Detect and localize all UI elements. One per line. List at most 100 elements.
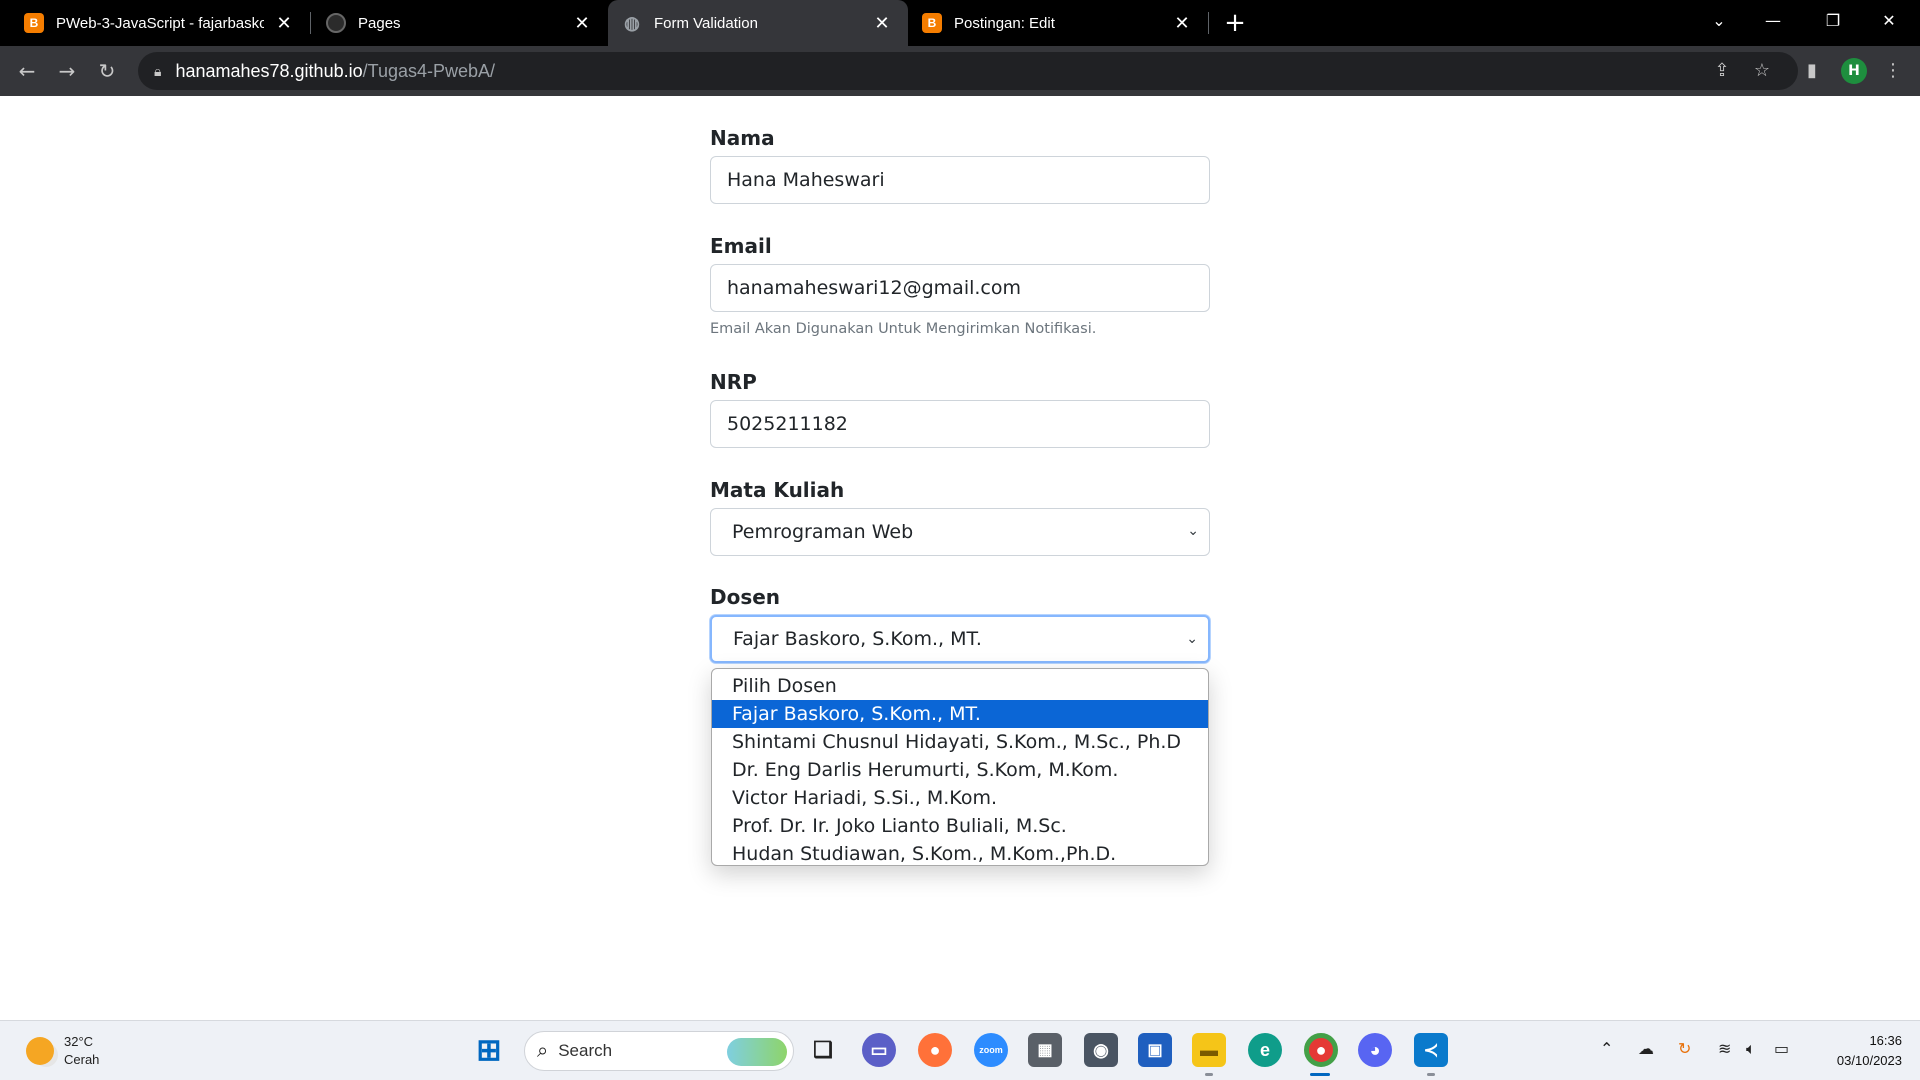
dosen-label: Dosen xyxy=(710,585,781,609)
email-input[interactable]: hanamaheswari12@gmail.com xyxy=(710,264,1210,312)
close-window-icon[interactable]: ✕ xyxy=(1866,0,1912,40)
github-icon xyxy=(326,13,346,33)
weather-sun-icon xyxy=(26,1037,54,1065)
new-tab-button[interactable]: + xyxy=(1220,8,1250,38)
email-help-text: Email Akan Digunakan Untuk Mengirimkan N… xyxy=(710,321,1097,337)
start-icon[interactable]: ⊞ xyxy=(472,1033,506,1067)
tab-form-validation[interactable]: ◍ Form Validation ✕ xyxy=(608,0,908,46)
dropdown-option[interactable]: Victor Hariadi, S.Si., M.Kom. xyxy=(712,784,1208,812)
tab-separator xyxy=(310,12,311,34)
onedrive-cloud-icon[interactable]: ☁ xyxy=(1638,1039,1654,1058)
tab-pages[interactable]: Pages ✕ xyxy=(312,0,608,46)
dropdown-option[interactable]: Hudan Studiawan, S.Kom., M.Kom.,Ph.D. xyxy=(712,840,1208,865)
menu-kebab-icon[interactable]: ⋮ xyxy=(1879,56,1907,84)
calculator-icon[interactable]: ▦ xyxy=(1028,1033,1062,1067)
volume-icon[interactable]: 🔈︎ xyxy=(1746,1039,1756,1059)
dropdown-option[interactable]: Pilih Dosen xyxy=(712,672,1208,700)
zoom-icon[interactable]: zoom xyxy=(974,1033,1008,1067)
file-explorer-icon[interactable]: ▬ xyxy=(1192,1033,1226,1067)
nama-input[interactable]: Hana Maheswari xyxy=(710,156,1210,204)
tab-separator xyxy=(1208,12,1209,34)
dropdown-option[interactable]: Shintami Chusnul Hidayati, S.Kom., M.Sc.… xyxy=(712,728,1208,756)
search-icon: ⌕ xyxy=(537,1039,549,1062)
taskbar-search-box[interactable]: ⌕ Search xyxy=(524,1031,794,1071)
nama-field-group: Nama Hana Maheswari xyxy=(710,126,1210,204)
store-icon[interactable]: ▣ xyxy=(1138,1033,1172,1067)
globe-icon: ◍ xyxy=(624,12,640,33)
browser-tab-strip: B PWeb-3-JavaScript - fajarbaskoro ✕ Pag… xyxy=(0,0,1920,46)
reload-icon[interactable]: ↻ xyxy=(92,56,122,86)
chrome-icon[interactable]: ● xyxy=(1304,1033,1338,1067)
matakuliah-select[interactable]: Pemrograman Web ⌄ xyxy=(710,508,1210,556)
blogger-icon: B xyxy=(24,13,44,33)
clock-date: 03/10/2023 xyxy=(1836,1053,1902,1068)
dropdown-option-selected[interactable]: Fajar Baskoro, S.Kom., MT. xyxy=(712,700,1208,728)
url-host: hanamahes78.github.io xyxy=(175,60,363,81)
share-icon[interactable]: ⇪ xyxy=(1708,56,1736,84)
edge-icon[interactable]: e xyxy=(1248,1033,1282,1067)
running-indicator xyxy=(1205,1073,1213,1076)
profile-avatar[interactable]: H xyxy=(1841,58,1867,84)
page-content: Nama Hana Maheswari Email hanamaheswari1… xyxy=(0,96,1920,1020)
email-field-group: Email hanamaheswari12@gmail.com Email Ak… xyxy=(710,234,1210,337)
back-arrow-icon[interactable]: ← xyxy=(12,56,42,86)
firefox-icon[interactable]: ● xyxy=(918,1033,952,1067)
tab-pweb-javascript[interactable]: B PWeb-3-JavaScript - fajarbaskoro ✕ xyxy=(10,0,310,46)
clock-time: 16:36 xyxy=(1869,1033,1902,1048)
tab-title: Form Validation xyxy=(654,14,758,32)
side-panel-icon[interactable]: ▮ xyxy=(1798,56,1826,84)
dosen-dropdown-list: Pilih Dosen Fajar Baskoro, S.Kom., MT. S… xyxy=(711,668,1209,866)
nama-label: Nama xyxy=(710,126,775,150)
windows-taskbar: 32°C Cerah ⊞ ⌕ Search ❑ ▭ ● zoom ▦ ◉ ▣ ▬… xyxy=(0,1020,1920,1080)
running-indicator xyxy=(1427,1073,1435,1076)
nrp-label: NRP xyxy=(710,370,757,394)
dosen-selected-value: Fajar Baskoro, S.Kom., MT. xyxy=(733,628,982,650)
discord-icon[interactable]: ◕ xyxy=(1358,1033,1392,1067)
weather-widget[interactable]: 32°C Cerah xyxy=(26,1033,99,1069)
nrp-field-group: NRP 5025211182 xyxy=(710,370,1210,448)
blogger-icon: B xyxy=(922,13,942,33)
close-tab-icon[interactable]: ✕ xyxy=(870,11,894,35)
email-label: Email xyxy=(710,234,772,258)
tab-title: Postingan: Edit xyxy=(954,14,1055,32)
tab-title: PWeb-3-JavaScript - fajarbaskoro xyxy=(56,14,264,32)
sync-icon[interactable]: ↻ xyxy=(1678,1039,1691,1058)
restore-icon[interactable]: ❐ xyxy=(1810,0,1856,40)
nrp-input[interactable]: 5025211182 xyxy=(710,400,1210,448)
chevron-down-icon: ⌄ xyxy=(1187,523,1199,539)
vscode-icon[interactable]: ≺ xyxy=(1414,1033,1448,1067)
tab-title: Pages xyxy=(358,14,401,32)
battery-icon[interactable]: ▭ xyxy=(1774,1039,1789,1058)
dropdown-option[interactable]: Dr. Eng Darlis Herumurti, S.Kom, M.Kom. xyxy=(712,756,1208,784)
weather-temperature: 32°C xyxy=(64,1034,94,1049)
active-indicator xyxy=(1310,1073,1330,1076)
chevron-down-icon: ⌄ xyxy=(1186,631,1198,647)
tab-search-chevron-icon[interactable]: ⌄ xyxy=(1696,0,1742,40)
taskbar-search-label: Search xyxy=(558,1041,613,1060)
forward-arrow-icon[interactable]: → xyxy=(52,56,82,86)
matakuliah-label: Mata Kuliah xyxy=(710,478,845,502)
teams-chat-icon[interactable]: ▭ xyxy=(862,1033,896,1067)
bookmark-star-icon[interactable]: ☆ xyxy=(1748,56,1776,84)
taskbar-clock[interactable]: 16:36 03/10/2023 xyxy=(1812,1031,1902,1071)
dropdown-option[interactable]: Prof. Dr. Ir. Joko Lianto Buliali, M.Sc. xyxy=(712,812,1208,840)
close-tab-icon[interactable]: ✕ xyxy=(570,11,594,35)
tray-chevron-up-icon[interactable]: ⌃ xyxy=(1600,1039,1613,1058)
address-bar[interactable]: 🔒︎ hanamahes78.github.io /Tugas4-PwebA/ xyxy=(138,52,1798,90)
url-path: /Tugas4-PwebA/ xyxy=(362,60,496,81)
lock-icon[interactable]: 🔒︎ xyxy=(154,63,161,80)
matakuliah-field-group: Mata Kuliah Pemrograman Web ⌄ xyxy=(710,478,1210,556)
taskview-icon[interactable]: ❑ xyxy=(806,1033,840,1067)
wifi-icon[interactable]: ≋ xyxy=(1718,1039,1731,1058)
dosen-select[interactable]: Fajar Baskoro, S.Kom., MT. ⌄ xyxy=(710,615,1210,663)
search-highlight-art xyxy=(727,1038,787,1066)
camera-icon[interactable]: ◉ xyxy=(1084,1033,1118,1067)
matakuliah-selected-value: Pemrograman Web xyxy=(732,521,914,543)
browser-toolbar: ← → ↻ 🔒︎ hanamahes78.github.io /Tugas4-P… xyxy=(0,46,1920,96)
dosen-field-group: Dosen Fajar Baskoro, S.Kom., MT. ⌄ xyxy=(710,585,1210,663)
minimize-icon[interactable]: — xyxy=(1750,0,1796,40)
weather-description: Cerah xyxy=(64,1052,100,1067)
close-tab-icon[interactable]: ✕ xyxy=(272,11,296,35)
tab-postingan-edit[interactable]: B Postingan: Edit ✕ xyxy=(908,0,1208,46)
close-tab-icon[interactable]: ✕ xyxy=(1170,11,1194,35)
